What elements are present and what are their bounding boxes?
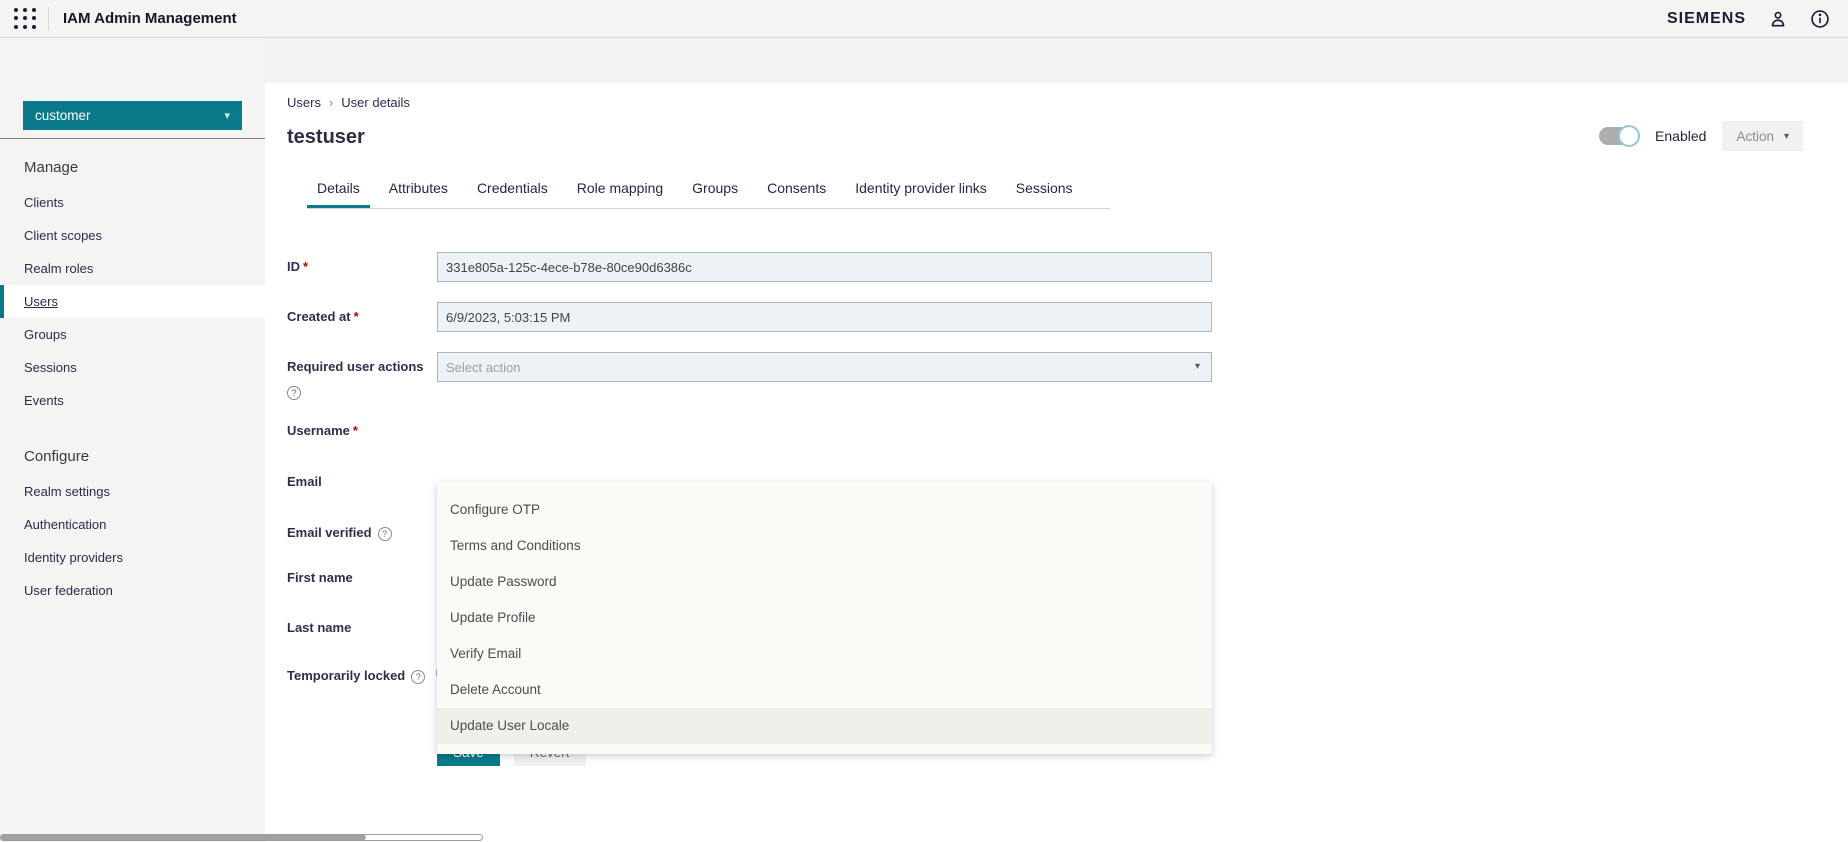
sidebar-item-realm-roles[interactable]: Realm roles (0, 252, 265, 285)
sidebar-item-groups[interactable]: Groups (0, 318, 265, 351)
sidebar-item-events[interactable]: Events (0, 384, 265, 417)
sidebar-nav: Manage Clients Client scopes Realm roles… (0, 150, 265, 607)
user-account-icon[interactable] (1768, 9, 1788, 29)
toggle-knob (1618, 125, 1640, 147)
email-verified-label: Email verified? (287, 518, 437, 548)
nav-heading-manage: Manage (0, 150, 265, 186)
tab-role-mapping[interactable]: Role mapping (567, 171, 673, 208)
last-name-label: Last name (287, 613, 437, 643)
sidebar-item-sessions[interactable]: Sessions (0, 351, 265, 384)
action-dropdown-button[interactable]: Action ▾ (1722, 121, 1803, 151)
tab-groups[interactable]: Groups (682, 171, 748, 208)
menu-item-terms-and-conditions[interactable]: Terms and Conditions (437, 528, 1212, 564)
tab-details[interactable]: Details (307, 171, 370, 208)
chevron-down-icon: ▾ (1784, 131, 1789, 142)
help-icon[interactable]: ? (378, 527, 392, 541)
horizontal-scrollbar[interactable] (0, 834, 483, 841)
tab-bar: Details Attributes Credentials Role mapp… (307, 171, 1110, 209)
menu-item-configure-otp[interactable]: Configure OTP (437, 492, 1212, 528)
menu-item-update-user-locale[interactable]: Update User Locale (437, 708, 1212, 744)
main-content: Users › User details testuser Enabled Ac… (265, 83, 1848, 842)
siemens-logo: SIEMENS (1667, 10, 1746, 28)
first-name-label: First name (287, 563, 437, 593)
sidebar-item-authentication[interactable]: Authentication (0, 508, 265, 541)
realm-selector-label: customer (35, 108, 91, 123)
email-label: Email (287, 467, 437, 497)
sidebar-item-identity-providers[interactable]: Identity providers (0, 541, 265, 574)
id-field[interactable] (437, 252, 1212, 282)
breadcrumb: Users › User details (287, 95, 410, 110)
help-icon[interactable]: ? (411, 670, 425, 684)
required-asterisk: * (353, 423, 358, 438)
realm-selector[interactable]: customer ▾ (23, 101, 242, 130)
enabled-toggle[interactable] (1599, 127, 1639, 145)
breadcrumb-current: User details (341, 95, 410, 110)
sidebar-item-client-scopes[interactable]: Client scopes (0, 219, 265, 252)
tab-attributes[interactable]: Attributes (379, 171, 458, 208)
username-label: Username* (287, 416, 437, 446)
form-row-created-at: Created at* (287, 302, 1227, 332)
chevron-down-icon: ▾ (224, 109, 230, 122)
required-user-actions-menu: Configure OTP Terms and Conditions Updat… (437, 482, 1212, 754)
tab-sessions[interactable]: Sessions (1006, 171, 1083, 208)
nav-heading-configure: Configure (0, 439, 265, 475)
id-label: ID* (287, 252, 437, 282)
temporarily-locked-label: Temporarily locked? (287, 661, 437, 691)
app-title: IAM Admin Management (48, 7, 237, 31)
menu-item-verify-email[interactable]: Verify Email (437, 636, 1212, 672)
info-icon[interactable] (1810, 9, 1830, 29)
sidebar-item-realm-settings[interactable]: Realm settings (0, 475, 265, 508)
created-at-field[interactable] (437, 302, 1212, 332)
menu-item-update-profile[interactable]: Update Profile (437, 600, 1212, 636)
required-user-actions-label: Required user actions (287, 352, 437, 382)
sidebar-divider (0, 138, 265, 139)
sidebar: customer ▾ Manage Clients Client scopes … (0, 38, 265, 842)
required-user-actions-combobox[interactable] (437, 352, 1212, 382)
form-row-id: ID* (287, 252, 1227, 282)
sidebar-item-clients[interactable]: Clients (0, 186, 265, 219)
menu-item-delete-account[interactable]: Delete Account (437, 672, 1212, 708)
required-asterisk: * (303, 259, 308, 274)
form-row-required-user-actions: Required user actions ? ▾ Configure OTP … (287, 352, 1227, 382)
required-asterisk: * (354, 309, 359, 324)
tab-credentials[interactable]: Credentials (467, 171, 558, 208)
sidebar-item-user-federation[interactable]: User federation (0, 574, 265, 607)
form-row-username: Username* (287, 416, 1227, 446)
page-title: testuser (287, 126, 365, 149)
masthead: IAM Admin Management SIEMENS (0, 0, 1848, 38)
help-icon[interactable]: ? (287, 386, 301, 400)
created-at-label: Created at* (287, 302, 437, 332)
breadcrumb-separator-icon: › (329, 95, 333, 110)
breadcrumb-link-users[interactable]: Users (287, 95, 321, 110)
scrollbar-thumb[interactable] (1, 835, 366, 840)
enabled-label: Enabled (1655, 128, 1706, 144)
sidebar-item-users[interactable]: Users (0, 285, 265, 318)
tab-consents[interactable]: Consents (757, 171, 836, 208)
tab-identity-provider-links[interactable]: Identity provider links (845, 171, 997, 208)
menu-item-update-password[interactable]: Update Password (437, 564, 1212, 600)
app-launcher-icon[interactable] (12, 6, 38, 32)
